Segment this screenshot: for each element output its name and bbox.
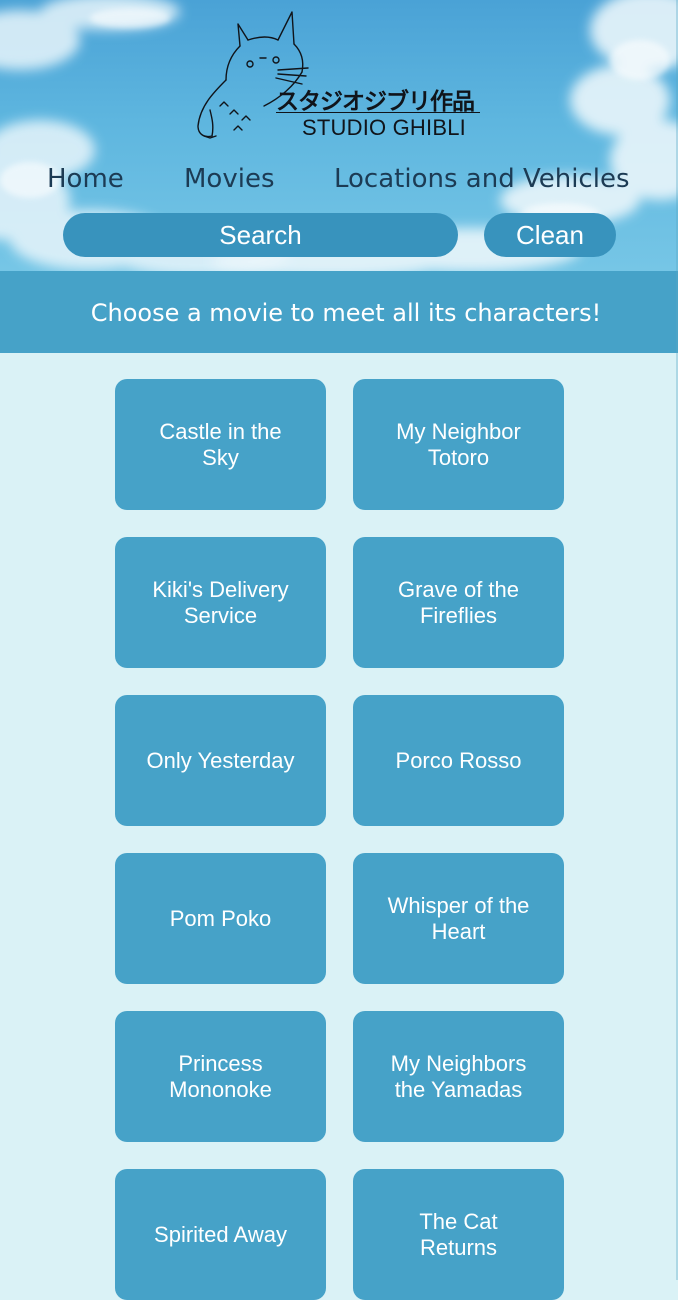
movie-card[interactable]: Grave of the Fireflies <box>353 537 564 668</box>
nav-locations-and-vehicles[interactable]: Locations and Vehicles <box>334 162 629 196</box>
movie-title: Grave of the Fireflies <box>397 576 520 628</box>
banner-text: Choose a movie to meet all its character… <box>90 299 602 327</box>
search-input[interactable] <box>63 213 458 257</box>
movie-card[interactable]: Castle in the Sky <box>115 379 326 510</box>
movie-card[interactable]: Spirited Away <box>115 1169 326 1300</box>
movie-title: Only Yesterday <box>146 747 295 773</box>
movie-card[interactable]: Pom Poko <box>115 853 326 984</box>
movie-card[interactable]: Only Yesterday <box>115 695 326 826</box>
movie-card[interactable]: The Cat Returns <box>353 1169 564 1300</box>
movie-title: Princess Mononoke <box>169 1050 272 1102</box>
clean-button[interactable]: Clean <box>484 213 616 257</box>
banner: Choose a movie to meet all its character… <box>0 271 678 353</box>
logo-japanese-text: スタジオジブリ作品 <box>276 89 475 115</box>
logo-divider <box>276 112 480 113</box>
movie-title: Castle in the Sky <box>159 418 282 470</box>
movie-title: My Neighbors the Yamadas <box>390 1050 527 1102</box>
header: スタジオジブリ作品 STUDIO GHIBLI Home Movies Loca… <box>0 0 678 271</box>
movie-title: Spirited Away <box>154 1221 287 1247</box>
movie-card[interactable]: Princess Mononoke <box>115 1011 326 1142</box>
movie-card[interactable]: My Neighbor Totoro <box>353 379 564 510</box>
movie-card[interactable]: Kiki's Delivery Service <box>115 537 326 668</box>
nav-home[interactable]: Home <box>47 162 124 196</box>
movie-title: Porco Rosso <box>395 747 522 773</box>
movie-title: Pom Poko <box>169 905 272 931</box>
movie-card[interactable]: Whisper of the Heart <box>353 853 564 984</box>
movie-card[interactable]: My Neighbors the Yamadas <box>353 1011 564 1142</box>
movie-title: My Neighbor Totoro <box>396 418 521 470</box>
logo-english-text: STUDIO GHIBLI <box>302 114 466 141</box>
movie-title: Whisper of the Heart <box>387 892 530 944</box>
movie-grid: Castle in the Sky My Neighbor Totoro Kik… <box>115 379 564 1300</box>
movie-title: Kiki's Delivery Service <box>152 576 289 628</box>
movie-card[interactable]: Porco Rosso <box>353 695 564 826</box>
nav-movies[interactable]: Movies <box>184 162 275 196</box>
movie-title: The Cat Returns <box>419 1208 498 1260</box>
